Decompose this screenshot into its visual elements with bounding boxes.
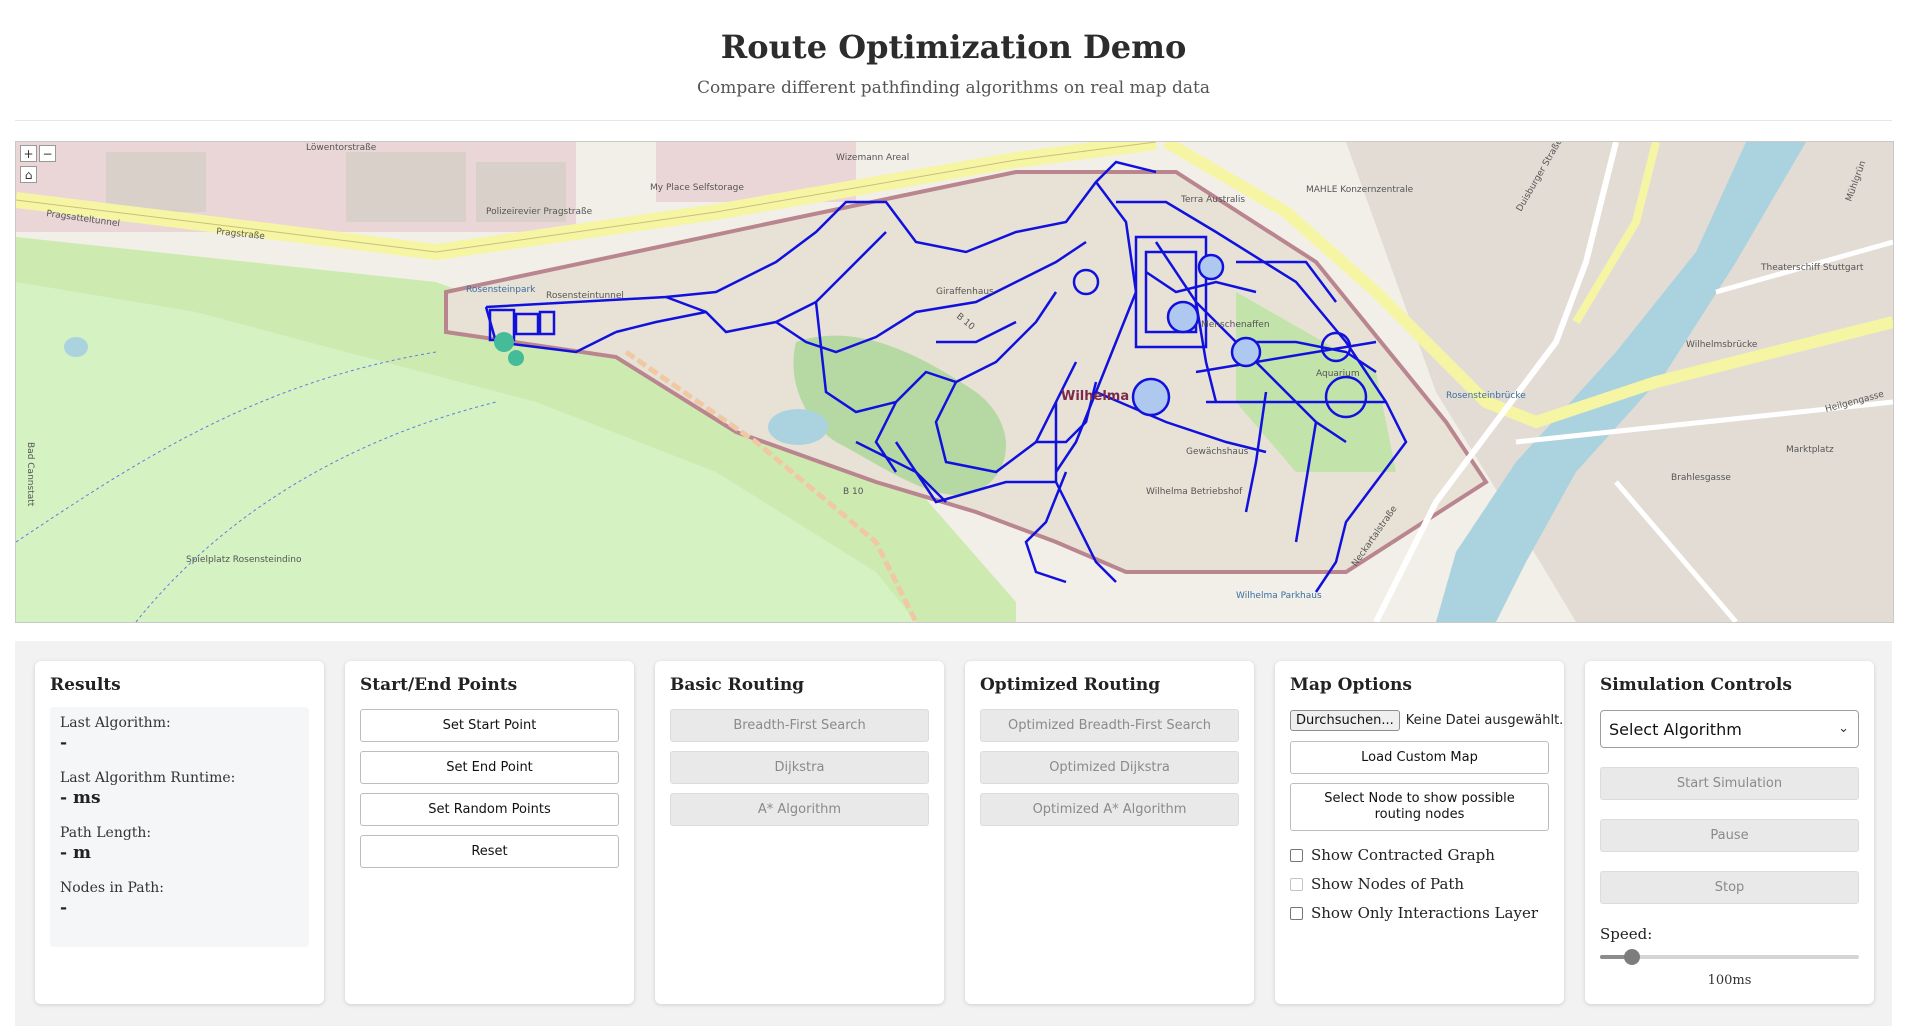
astar-button[interactable]: A* Algorithm [670, 793, 929, 826]
map-label: Brahlesgasse [1671, 473, 1731, 483]
speed-label: Speed: [1600, 925, 1653, 943]
chevron-down-icon: ⌄ [1838, 721, 1849, 736]
show-contracted-graph-checkbox[interactable]: Show Contracted Graph [1290, 846, 1495, 864]
map-view[interactable]: Löwentorstraße Pragstraße Pragsattel­tun… [15, 141, 1894, 623]
map-label: Spielplatz Rosensteindino [186, 555, 302, 565]
map-label: Giraffenhaus [936, 287, 994, 297]
home-button[interactable]: ⌂ [20, 166, 37, 183]
zoom-in-button[interactable]: + [20, 145, 37, 162]
map-label: Löwentorstraße [306, 143, 377, 153]
start-end-title: Start/End Points [360, 675, 518, 695]
map-label: My Place Selfstorage [650, 183, 744, 193]
optimized-routing-title: Optimized Routing [980, 675, 1161, 695]
lake [768, 409, 828, 445]
pool-marker [494, 332, 514, 352]
optimized-bfs-button[interactable]: Optimized Breadth-First Search [980, 709, 1239, 742]
zoom-controls: + − [20, 145, 56, 162]
map-label: Marktplatz [1786, 445, 1834, 455]
checkbox-label: Show Contracted Graph [1311, 846, 1495, 864]
results-title: Results [50, 675, 121, 695]
reset-button[interactable]: Reset [360, 835, 619, 868]
map-label: Wilhelma Betriebshof [1146, 487, 1243, 497]
file-input: Durchsuchen... Keine Datei ausgewählt. [1290, 710, 1563, 731]
map-label: Aquarium [1316, 369, 1360, 379]
set-start-point-button[interactable]: Set Start Point [360, 709, 619, 742]
optimized-dijkstra-button[interactable]: Optimized Dijkstra [980, 751, 1239, 784]
map-label: Gewächshaus [1186, 447, 1249, 457]
map-label: B 10 [843, 487, 864, 497]
checkbox-box[interactable] [1290, 877, 1303, 891]
map-label: Rosensteintunnel [546, 291, 624, 301]
nodes-in-path-value: - [60, 898, 68, 918]
results-box: Last Algorithm: - Last Algorithm Runtime… [50, 707, 309, 947]
page-subtitle: Compare different pathfinding algorithms… [697, 78, 1210, 98]
map-label: Theaterschiff Stuttgart [1760, 263, 1864, 273]
pool-marker [508, 350, 524, 366]
path-length-label: Path Length: [60, 825, 152, 841]
last-algorithm-value: - [60, 733, 68, 753]
start-end-card: Start/End Points Set Start Point Set End… [345, 661, 634, 1004]
simulation-card: Simulation Controls Select Algorithm ⌄ S… [1585, 661, 1874, 1004]
zoom-out-button[interactable]: − [39, 145, 56, 162]
path-length-value: - m [60, 843, 91, 863]
speed-slider[interactable] [1600, 949, 1859, 965]
runtime-value: - ms [60, 788, 101, 808]
home-icon: ⌂ [24, 167, 33, 182]
optimized-astar-button[interactable]: Optimized A* Algorithm [980, 793, 1239, 826]
map-label: Rosensteinbrücke [1446, 391, 1526, 401]
map-label: Wilhelmsbrücke [1686, 340, 1758, 350]
show-nodes-of-path-checkbox[interactable]: Show Nodes of Path [1290, 875, 1464, 893]
optimized-routing-card: Optimized Routing Optimized Breadth-Firs… [965, 661, 1254, 1004]
map-label: Bad Cannstatt [25, 442, 35, 507]
simulation-title: Simulation Controls [1600, 675, 1792, 695]
checkbox-box[interactable] [1290, 906, 1303, 920]
stop-button[interactable]: Stop [1600, 871, 1859, 904]
browse-button[interactable]: Durchsuchen... [1290, 710, 1400, 731]
set-random-points-button[interactable]: Set Random Points [360, 793, 619, 826]
pond [64, 337, 88, 357]
map-label: Menschenaffen [1201, 320, 1270, 330]
map-label: Wilhelma [1061, 389, 1129, 404]
map-label: Rosensteinpark [466, 285, 536, 295]
speed-value: 100ms [1707, 973, 1752, 988]
checkbox-box[interactable] [1290, 848, 1303, 862]
building-block [106, 152, 206, 212]
map-label: Wizemann Areal [836, 153, 909, 163]
show-only-interactions-checkbox[interactable]: Show Only Interactions Layer [1290, 904, 1538, 922]
map-label: Polizeirevier Pragstraße [486, 207, 593, 217]
nodes-in-path-label: Nodes in Path: [60, 880, 165, 896]
slider-thumb[interactable] [1624, 949, 1641, 965]
checkbox-label: Show Nodes of Path [1311, 875, 1465, 893]
last-algorithm-label: Last Algorithm: [60, 715, 171, 731]
header-divider [15, 120, 1892, 121]
results-card: Results Last Algorithm: - Last Algorithm… [35, 661, 324, 1004]
building-block [346, 152, 466, 222]
control-panel-area: Results Last Algorithm: - Last Algorithm… [15, 641, 1892, 1026]
checkbox-label: Show Only Interactions Layer [1311, 904, 1538, 922]
pause-button[interactable]: Pause [1600, 819, 1859, 852]
basic-routing-card: Basic Routing Breadth-First Search Dijks… [655, 661, 944, 1004]
no-file-label: Keine Datei ausgewählt. [1405, 713, 1564, 728]
map-options-card: Map Options Durchsuchen... Keine Datei a… [1275, 661, 1564, 1004]
load-custom-map-button[interactable]: Load Custom Map [1290, 741, 1549, 774]
start-simulation-button[interactable]: Start Simulation [1600, 767, 1859, 800]
map-options-title: Map Options [1290, 675, 1412, 695]
select-node-button[interactable]: Select Node to show possible routing nod… [1290, 783, 1549, 831]
map-label: MAHLE Konzernzentrale [1306, 185, 1414, 195]
basic-routing-title: Basic Routing [670, 675, 805, 695]
dijkstra-button[interactable]: Dijkstra [670, 751, 929, 784]
set-end-point-button[interactable]: Set End Point [360, 751, 619, 784]
map-canvas[interactable]: Löwentorstraße Pragstraße Pragsattel­tun… [16, 142, 1893, 622]
runtime-label: Last Algorithm Runtime: [60, 770, 236, 786]
algorithm-select-value: Select Algorithm [1609, 719, 1742, 739]
page-title: Route Optimization Demo [720, 28, 1187, 66]
bfs-button[interactable]: Breadth-First Search [670, 709, 929, 742]
algorithm-select[interactable]: Select Algorithm ⌄ [1600, 710, 1859, 748]
map-label: Wilhelma Parkhaus [1236, 591, 1322, 601]
map-label: Terra Australis [1180, 195, 1245, 205]
page-header: Route Optimization Demo Compare differen… [0, 0, 1907, 120]
